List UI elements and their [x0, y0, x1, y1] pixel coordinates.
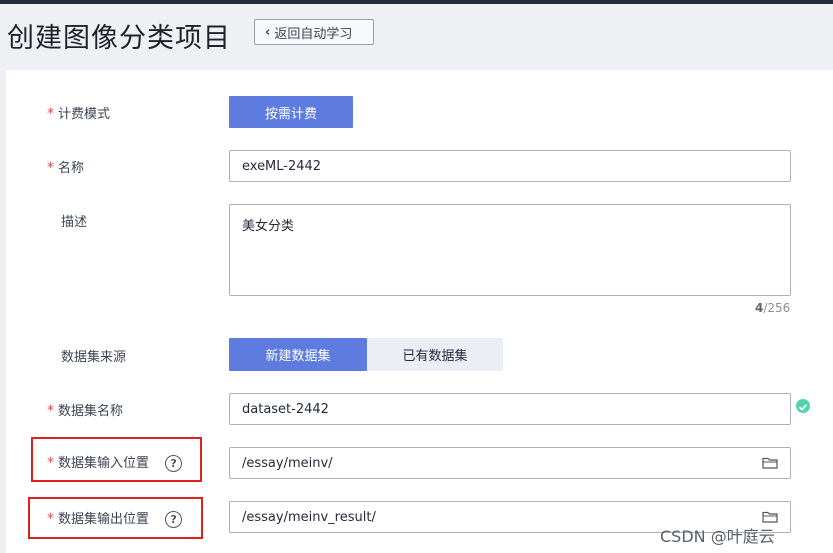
required-mark: * — [47, 160, 54, 176]
description-char-counter: 4/256 — [755, 301, 791, 315]
dataset-input-location-input[interactable]: /essay/meinv/ — [229, 447, 791, 479]
name-input[interactable]: exeML-2442 — [229, 150, 791, 182]
name-label: * 名称 — [47, 160, 85, 176]
description-label: 描述 — [61, 215, 88, 230]
folder-icon[interactable] — [762, 511, 778, 523]
folder-icon[interactable] — [762, 457, 778, 469]
dataset-source-label: 数据集来源 — [61, 350, 127, 365]
top-bar — [0, 0, 833, 4]
back-to-auto-learning-button[interactable]: ‹ 返回自动学习 — [254, 19, 374, 45]
required-mark: * — [47, 511, 54, 527]
required-mark: * — [47, 106, 54, 122]
dataset-name-label: * 数据集名称 — [47, 403, 124, 419]
help-icon[interactable]: ? — [165, 455, 183, 472]
billing-mode-label: * 计费模式 — [47, 106, 111, 122]
page-title: 创建图像分类项目 — [7, 23, 231, 54]
dataset-output-location-label: * 数据集输出位置? — [47, 508, 183, 528]
dataset-name-input[interactable]: dataset-2442 — [229, 393, 791, 425]
description-textarea[interactable]: 美女分类 — [229, 204, 791, 296]
dataset-input-location-label: * 数据集输入位置? — [47, 452, 183, 472]
valid-check-icon — [796, 399, 810, 413]
required-mark: * — [47, 455, 54, 471]
help-icon[interactable]: ? — [165, 511, 183, 528]
existing-dataset-tab[interactable]: 已有数据集 — [367, 338, 503, 371]
pay-per-use-button[interactable]: 按需计费 — [229, 96, 353, 128]
required-mark: * — [47, 403, 54, 419]
back-button-label: 返回自动学习 — [274, 26, 353, 42]
chevron-left-icon: ‹ — [265, 24, 271, 40]
new-dataset-tab[interactable]: 新建数据集 — [229, 338, 367, 371]
watermark: CSDN @叶庭云 — [660, 527, 775, 546]
